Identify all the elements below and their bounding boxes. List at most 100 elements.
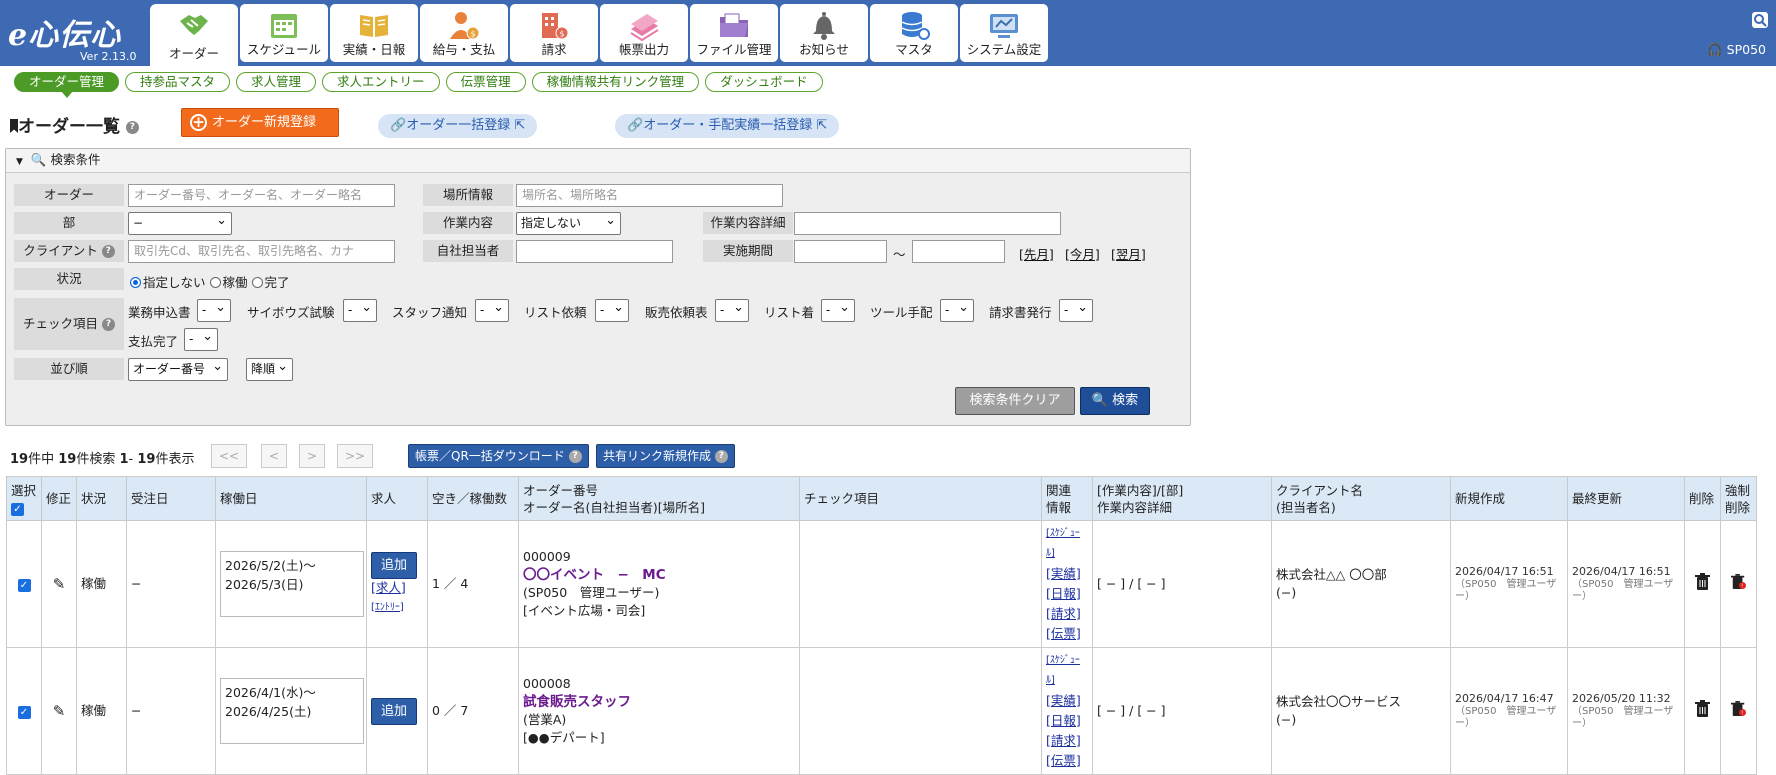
period-start-input[interactable] — [794, 240, 887, 263]
staff-input[interactable] — [516, 240, 673, 263]
pager-next[interactable]: > — [299, 444, 325, 468]
status-radio-done[interactable]: 完了 — [251, 275, 290, 290]
help-icon[interactable]: ? — [125, 120, 139, 134]
check-select-staff-notice[interactable]: - — [475, 299, 509, 322]
add-recruit-button[interactable]: 追加 — [371, 697, 417, 725]
quick-search-icon[interactable] — [1752, 12, 1768, 28]
help-icon[interactable]: ? — [102, 318, 115, 331]
tab-payroll[interactable]: $ 給与・支払 — [420, 4, 508, 62]
check-select-tool[interactable]: - — [940, 299, 974, 322]
next-month-link[interactable]: [翌月] — [1111, 244, 1146, 263]
pager-prev[interactable]: < — [261, 444, 287, 468]
tab-results-daily[interactable]: 実績・日報 — [330, 4, 418, 62]
check-select-list-arrival[interactable]: - — [821, 299, 855, 322]
trash-icon[interactable] — [1695, 700, 1710, 717]
prev-month-link[interactable]: [先月] — [1019, 244, 1054, 263]
delete-cell — [1684, 520, 1721, 648]
check-select-sales-request[interactable]: - — [715, 299, 749, 322]
force-trash-icon[interactable]: ! — [1731, 573, 1746, 590]
entry-link[interactable]: [ｴﾝﾄﾘｰ] — [371, 602, 404, 613]
subnav-slip-management[interactable]: 伝票管理 — [445, 72, 526, 92]
results-link[interactable]: [実績] — [1046, 564, 1088, 584]
user-menu[interactable]: 🎧 SP050 — [1707, 42, 1766, 58]
subnav-share-link-management[interactable]: 稼働情報共有リンク管理 — [531, 72, 700, 92]
tab-billing[interactable]: $ 請求 — [510, 4, 598, 62]
schedule-link[interactable]: [ｽｹｼﾞｭｰﾙ] — [1046, 524, 1088, 564]
subnav-order-management[interactable]: オーダー管理 — [14, 72, 120, 98]
billing-link[interactable]: [請求] — [1046, 604, 1088, 624]
subnav-recruit-management[interactable]: 求人管理 — [236, 72, 317, 92]
dept-label: 部 — [14, 212, 124, 234]
billing-link[interactable]: [請求] — [1046, 731, 1088, 751]
tab-notice[interactable]: お知らせ — [780, 4, 868, 62]
work-date-textarea[interactable]: 2026/5/2(土)〜 2026/5/3(日) — [220, 551, 364, 617]
radio-label: 完了 — [264, 275, 290, 290]
work-date-textarea[interactable]: 2026/4/1(水)〜 2026/4/25(土) — [220, 678, 364, 744]
search-button[interactable]: 🔍 検索 — [1080, 387, 1150, 415]
help-icon[interactable]: ? — [101, 245, 115, 258]
tab-report-output[interactable]: 帳票出力 — [600, 4, 688, 62]
dept-select[interactable]: − — [128, 212, 232, 235]
place-search-input[interactable]: 場所名、場所略名 — [516, 184, 783, 207]
bulk-download-button[interactable]: 帳票／QR一括ダウンロード ? — [408, 444, 589, 468]
work-detail-input[interactable] — [794, 212, 1061, 235]
new-order-button[interactable]: + オーダー新規登録 — [181, 108, 339, 137]
slip-link[interactable]: [伝票] — [1046, 624, 1088, 644]
subnav-items-master[interactable]: 持参品マスタ — [125, 72, 231, 92]
slip-link[interactable]: [伝票] — [1046, 751, 1088, 771]
bulk-register2-link[interactable]: 🔗オーダー・手配実績一括登録 ⇱ — [615, 114, 840, 138]
edit-icon[interactable]: ✎ — [53, 575, 66, 593]
app-logo[interactable]: e心伝心 Ver 2.13.0 — [6, 6, 144, 64]
tab-system-settings[interactable]: システム設定 — [960, 4, 1048, 62]
order-name-link[interactable]: 試食販売スタッフ — [523, 694, 631, 710]
order-name-link[interactable]: 〇〇イベント − MC — [523, 567, 666, 583]
row-checkbox[interactable]: ✓ — [17, 579, 31, 592]
tab-label: 請求 — [541, 42, 567, 57]
select-all-checkbox[interactable]: ✓ — [11, 502, 24, 516]
this-month-link[interactable]: [今月] — [1065, 244, 1100, 263]
daily-report-link[interactable]: [日報] — [1046, 711, 1088, 731]
pager-last[interactable]: >> — [337, 444, 373, 468]
tab-master[interactable]: マスタ — [870, 4, 958, 62]
daily-report-link[interactable]: [日報] — [1046, 584, 1088, 604]
status-radio-any[interactable]: 指定しない — [130, 275, 206, 290]
recruit-link[interactable]: [求人] — [371, 580, 406, 595]
search-panel-header[interactable]: ▼ 🔍 検索条件 — [6, 149, 1190, 173]
clear-search-button[interactable]: 検索条件クリア — [955, 387, 1075, 415]
schedule-link[interactable]: [ｽｹｼﾞｭｰﾙ] — [1046, 651, 1088, 691]
tab-schedule[interactable]: スケジュール — [240, 4, 328, 62]
header-text: 関連 — [1046, 482, 1072, 498]
check-select-invoice[interactable]: - — [1059, 299, 1093, 322]
trash-icon[interactable] — [1695, 573, 1710, 590]
order-number: 000009 — [523, 549, 571, 564]
edit-icon[interactable]: ✎ — [53, 702, 66, 720]
tab-order[interactable]: オーダー — [150, 4, 238, 66]
help-icon[interactable]: ? — [568, 450, 582, 463]
check-select-list-request[interactable]: - — [595, 299, 629, 322]
check-label-tool: ツール手配 — [870, 305, 933, 320]
client-search-input[interactable]: 取引先Cd、取引先名、取引先略名、カナ — [128, 240, 395, 263]
sort-direction-select[interactable]: 降順 — [246, 358, 293, 381]
edit-cell: ✎ — [41, 647, 77, 775]
check-select-payment[interactable]: - — [184, 328, 218, 351]
headset-icon: 🎧 — [1707, 42, 1723, 57]
order-search-input[interactable]: オーダー番号、オーダー名、オーダー略名 — [128, 184, 395, 207]
tab-file-management[interactable]: ファイル管理 — [690, 4, 778, 62]
period-end-input[interactable] — [912, 240, 1005, 263]
sort-field-select[interactable]: オーダー番号 — [128, 358, 228, 381]
updated-by: （SP050 管理ユーザー） — [1572, 706, 1674, 729]
subnav-recruit-entry[interactable]: 求人エントリー — [322, 72, 440, 92]
status-radio-active[interactable]: 稼働 — [209, 275, 248, 290]
work-select[interactable]: 指定しない — [516, 212, 621, 235]
check-select-cybozu[interactable]: - — [343, 299, 377, 322]
row-checkbox[interactable]: ✓ — [17, 706, 31, 719]
add-recruit-button[interactable]: 追加 — [371, 551, 417, 579]
pager-first[interactable]: << — [211, 444, 247, 468]
force-trash-icon[interactable]: ! — [1731, 700, 1746, 717]
help-icon[interactable]: ? — [714, 450, 728, 463]
share-link-create-button[interactable]: 共有リンク新規作成 ? — [596, 444, 735, 468]
results-link[interactable]: [実績] — [1046, 691, 1088, 711]
subnav-dashboard[interactable]: ダッシュボード — [705, 72, 823, 92]
check-select-apply[interactable]: - — [197, 299, 231, 322]
bulk-register-link[interactable]: 🔗オーダー一括登録 ⇱ — [378, 114, 538, 138]
